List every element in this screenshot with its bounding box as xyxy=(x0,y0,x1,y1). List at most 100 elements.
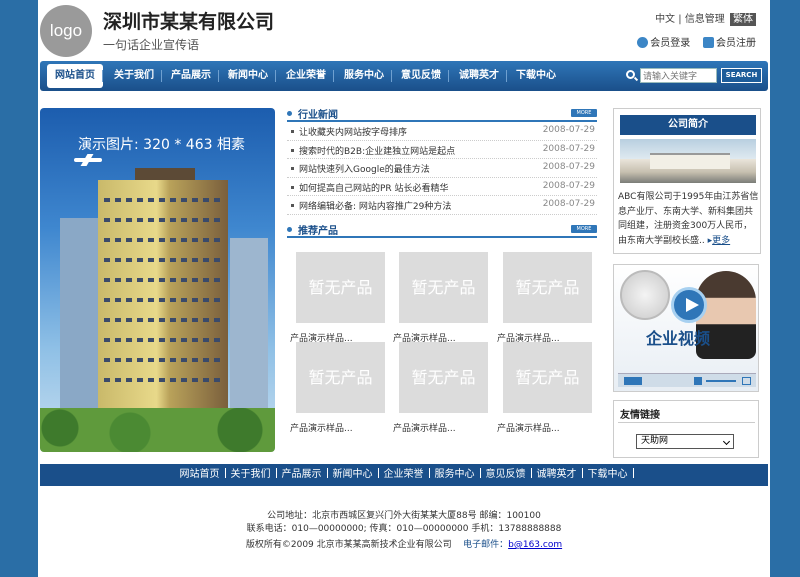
window-row xyxy=(104,318,222,322)
window-row xyxy=(104,198,222,202)
window-row xyxy=(104,278,222,282)
news-date: 2008-07-29 xyxy=(542,180,595,191)
products-section-header: 推荐产品 MORE xyxy=(287,222,597,238)
nav-item-about[interactable]: 关于我们 xyxy=(114,61,154,91)
video-controls xyxy=(618,373,756,387)
products-more-button[interactable]: MORE xyxy=(571,225,597,233)
footer-nav-news[interactable]: 新闻中心 xyxy=(328,464,378,486)
news-title[interactable]: 如何提高自己网站的PR 站长必看精华 xyxy=(299,181,449,194)
product-image-placeholder[interactable]: 暂无产品 xyxy=(399,252,488,323)
footer-nav-download[interactable]: 下载中心 xyxy=(583,464,633,486)
product-card[interactable]: 暂无产品 产品演示样品... xyxy=(393,252,488,344)
nav-item-download[interactable]: 下载中心 xyxy=(516,61,556,91)
nav-divider xyxy=(161,70,162,82)
product-image-placeholder[interactable]: 暂无产品 xyxy=(503,252,592,323)
news-title[interactable]: 网络编辑必备: 网站内容推广29种方法 xyxy=(299,199,451,212)
divider xyxy=(618,422,755,423)
banner-caption: 演示图片: 320 * 463 相素 xyxy=(78,137,245,153)
volume-slider[interactable] xyxy=(706,380,736,382)
intro-more-label[interactable]: 更多 xyxy=(712,236,730,246)
friend-links-box: 友情链接 天助网 xyxy=(613,400,759,458)
footer-nav-home[interactable]: 网站首页 xyxy=(175,464,225,486)
product-image-placeholder[interactable]: 暂无产品 xyxy=(296,252,385,323)
news-item[interactable]: 如何提高自己网站的PR 站长必看精华 2008-07-29 xyxy=(287,178,597,196)
news-item[interactable]: 网站快速列入Google的最佳方法 2008-07-29 xyxy=(287,159,597,178)
product-image-placeholder[interactable]: 暂无产品 xyxy=(503,342,592,413)
bullet-icon xyxy=(291,185,294,189)
product-card[interactable]: 暂无产品 产品演示样品... xyxy=(290,252,385,344)
bullet-icon xyxy=(291,167,294,170)
window-row xyxy=(104,298,222,302)
news-item[interactable]: 让收藏夹内网站按字母排序 2008-07-29 xyxy=(287,122,597,141)
info-manage-link[interactable]: 信息管理 xyxy=(685,14,725,25)
footer-contact: 联系电话：010—00000000; 传真：010—00000000 手机：13… xyxy=(246,524,562,534)
traditional-chinese-button[interactable]: 繁体 xyxy=(730,13,756,26)
news-date: 2008-07-29 xyxy=(542,199,595,209)
footer-nav-honors[interactable]: 企业荣誉 xyxy=(379,464,429,486)
footer-email-link[interactable]: b@163.com xyxy=(508,540,562,550)
footer-nav-products[interactable]: 产品展示 xyxy=(277,464,327,486)
news-section-title: 行业新闻 xyxy=(298,110,338,121)
logo[interactable]: logo xyxy=(40,5,92,57)
product-image-placeholder[interactable]: 暂无产品 xyxy=(296,342,385,413)
page: logo 深圳市某某有限公司 一句话企业宣传语 中文 | 信息管理 繁体 会员登… xyxy=(38,0,770,577)
nav-item-honors[interactable]: 企业荣誉 xyxy=(286,61,326,91)
nav-item-service[interactable]: 服务中心 xyxy=(344,61,384,91)
product-card[interactable]: 暂无产品产品演示样品... xyxy=(497,342,592,434)
fullscreen-icon[interactable] xyxy=(742,377,751,385)
news-section-header: 行业新闻 MORE xyxy=(287,106,597,122)
news-item[interactable]: 网络编辑必备: 网站内容推广29种方法 2008-07-29 xyxy=(287,196,597,215)
product-name[interactable]: 产品演示样品... xyxy=(290,421,385,434)
nav-divider xyxy=(506,70,507,82)
nav-item-products[interactable]: 产品展示 xyxy=(171,61,211,91)
news-title[interactable]: 网站快速列入Google的最佳方法 xyxy=(299,162,430,175)
footer-address: 公司地址：北京市西城区复兴门外大街某某大厦88号 邮编：100100 xyxy=(267,511,541,521)
chevron-down-icon xyxy=(722,437,731,446)
nav-item-news[interactable]: 新闻中心 xyxy=(228,61,268,91)
footer-nav-feedback[interactable]: 意见反馈 xyxy=(481,464,531,486)
footer-copyright: 版权所有©2009 北京市某某高新技术企业有限公司 xyxy=(245,540,452,550)
nav-divider xyxy=(391,70,392,82)
product-card[interactable]: 暂无产品 产品演示样品... xyxy=(497,252,592,344)
video-label: 企业视频 xyxy=(646,329,711,348)
news-date: 2008-07-29 xyxy=(542,162,595,172)
lang-chinese-link[interactable]: 中文 xyxy=(655,14,675,25)
nav-item-home[interactable]: 网站首页 xyxy=(47,64,103,88)
news-title[interactable]: 让收藏夹内网站按字母排序 xyxy=(299,125,407,138)
pause-button[interactable] xyxy=(624,377,642,385)
nav-item-feedback[interactable]: 意见反馈 xyxy=(401,61,441,91)
footer-nav-about[interactable]: 关于我们 xyxy=(226,464,276,486)
product-name[interactable]: 产品演示样品... xyxy=(497,421,592,434)
nav-item-jobs[interactable]: 诚聘英才 xyxy=(459,61,499,91)
section-dot-icon xyxy=(287,227,292,232)
news-more-button[interactable]: MORE xyxy=(571,109,597,117)
nav-divider xyxy=(102,70,103,82)
window-row xyxy=(104,218,222,222)
news-title[interactable]: 搜索时代的B2B:企业建独立网站是起点 xyxy=(299,144,455,157)
search-button[interactable]: SEARCH xyxy=(721,68,762,83)
banner-image: 演示图片: 320 * 463 相素 xyxy=(40,108,275,452)
footer-nav: 网站首页 关于我们 产品展示 新闻中心 企业荣誉 服务中心 意见反馈 诚聘英才 下载中心 xyxy=(40,464,768,486)
products-section-title: 推荐产品 xyxy=(298,226,338,237)
company-video-player[interactable]: 企业视频 xyxy=(613,264,759,392)
volume-icon[interactable] xyxy=(694,377,702,385)
footer-email-label: 电子邮件： xyxy=(463,540,509,550)
member-register-link[interactable]: 会员注册 xyxy=(716,38,756,49)
footer-nav-service[interactable]: 服务中心 xyxy=(430,464,480,486)
news-item[interactable]: 搜索时代的B2B:企业建独立网站是起点 2008-07-29 xyxy=(287,141,597,159)
member-login-link[interactable]: 会员登录 xyxy=(650,38,690,49)
friend-links-title: 友情链接 xyxy=(620,410,660,421)
product-name[interactable]: 产品演示样品... xyxy=(393,421,488,434)
bullet-icon xyxy=(291,130,294,133)
product-image-placeholder[interactable]: 暂无产品 xyxy=(399,342,488,413)
window-row xyxy=(104,258,222,262)
play-icon[interactable] xyxy=(671,287,707,323)
footer-nav-jobs[interactable]: 诚聘英才 xyxy=(532,464,582,486)
search-input[interactable] xyxy=(640,68,717,83)
product-card[interactable]: 暂无产品产品演示样品... xyxy=(290,342,385,434)
product-card[interactable]: 暂无产品产品演示样品... xyxy=(393,342,488,434)
window-row xyxy=(104,338,222,342)
window-row xyxy=(104,378,222,382)
friend-links-select[interactable]: 天助网 xyxy=(636,434,734,449)
intro-more-link[interactable]: ▸更多 xyxy=(705,236,731,246)
